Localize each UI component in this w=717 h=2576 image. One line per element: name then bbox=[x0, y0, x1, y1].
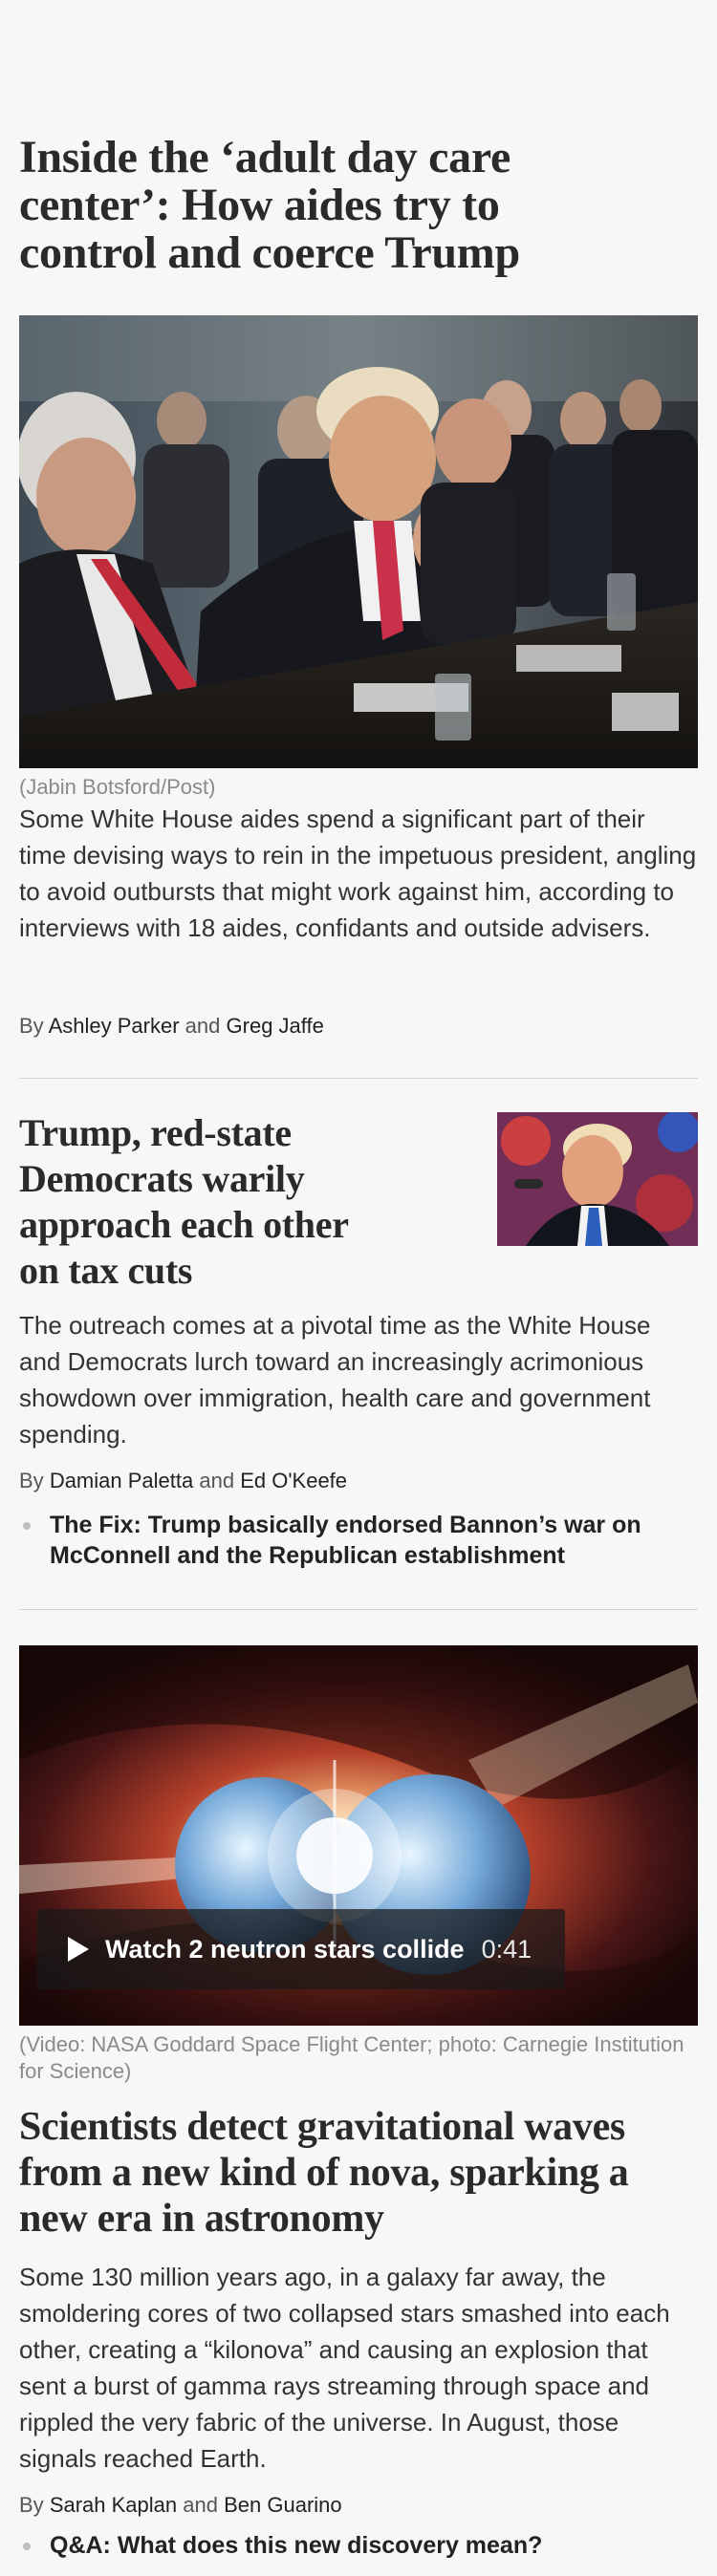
byline-conjunction: and bbox=[183, 2493, 218, 2517]
story2-headline[interactable]: Trump, red-state Democrats warily approa… bbox=[19, 1110, 363, 1294]
video-title: Watch 2 neutron stars collide bbox=[105, 1934, 465, 1964]
related-link-text[interactable]: The Fix: Trump basically endorsed Bannon… bbox=[50, 1510, 698, 1571]
story3-related-link[interactable]: Q&A: What does this new discovery mean? bbox=[19, 2530, 698, 2561]
video-play-button[interactable]: Watch 2 neutron stars collide 0:41 bbox=[37, 1909, 565, 1989]
byline-prefix: By bbox=[19, 1014, 44, 1038]
story2-blurb: The outreach comes at a pivotal time as … bbox=[19, 1311, 651, 1449]
author-link[interactable]: Damian Paletta bbox=[50, 1469, 193, 1492]
story1-headline[interactable]: Inside the ‘adult day care center’: How … bbox=[19, 134, 593, 277]
byline-conjunction: and bbox=[199, 1469, 235, 1492]
video-duration: 0:41 bbox=[481, 1934, 532, 1964]
story1-byline: By Ashley Parker and Greg Jaffe bbox=[19, 1013, 324, 1040]
story3-blurb: Some 130 million years ago, in a galaxy … bbox=[19, 2263, 670, 2473]
play-icon bbox=[68, 1937, 89, 1962]
story1-photo-caption: (Jabin Botsford/Post) bbox=[19, 775, 216, 799]
author-link[interactable]: Ashley Parker bbox=[49, 1014, 180, 1038]
byline-prefix: By bbox=[19, 2493, 44, 2517]
author-link[interactable]: Ed O'Keefe bbox=[240, 1469, 347, 1492]
story3-byline: By Sarah Kaplan and Ben Guarino bbox=[19, 2492, 342, 2519]
story1-photo[interactable] bbox=[19, 315, 698, 768]
story3-headline[interactable]: Scientists detect gravitational waves fr… bbox=[19, 2104, 650, 2242]
story2-related-link[interactable]: The Fix: Trump basically endorsed Bannon… bbox=[19, 1510, 698, 1571]
author-link[interactable]: Ben Guarino bbox=[224, 2493, 342, 2517]
story2-thumbnail[interactable] bbox=[497, 1112, 698, 1246]
author-link[interactable]: Greg Jaffe bbox=[227, 1014, 324, 1038]
related-link-text[interactable]: Q&A: What does this new discovery mean? bbox=[50, 2530, 698, 2561]
byline-conjunction: and bbox=[185, 1014, 221, 1038]
byline-prefix: By bbox=[19, 1469, 44, 1492]
story3-photo-caption: (Video: NASA Goddard Space Flight Center… bbox=[19, 2032, 684, 2083]
story2-byline: By Damian Paletta and Ed O'Keefe bbox=[19, 1468, 347, 1494]
story1-blurb: Some White House aides spend a significa… bbox=[19, 805, 697, 942]
bullet-icon bbox=[23, 2543, 31, 2550]
bullet-icon bbox=[23, 1522, 31, 1530]
section-divider bbox=[19, 1078, 698, 1079]
author-link[interactable]: Sarah Kaplan bbox=[50, 2493, 177, 2517]
section-divider bbox=[19, 1609, 698, 1610]
